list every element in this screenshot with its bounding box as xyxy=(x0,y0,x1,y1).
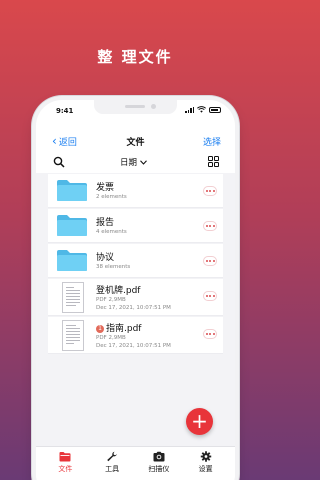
status-icons xyxy=(185,106,221,113)
more-options-icon[interactable] xyxy=(203,329,217,339)
folder-count: 4 elements xyxy=(96,229,127,235)
status-bar: 9:41 xyxy=(36,100,235,122)
wifi-icon xyxy=(197,106,206,113)
notification-badge: 1 xyxy=(96,325,104,333)
tab-label: 设置 xyxy=(198,465,213,473)
grid-view-icon[interactable] xyxy=(208,156,219,167)
phone-frame: 9:41 ‹ 返回 文件 选择 日期 发票 2 elements 报告 4 el… xyxy=(36,100,235,480)
sort-label: 日期 xyxy=(120,158,138,168)
camera-icon xyxy=(153,451,165,462)
more-options-icon[interactable] xyxy=(203,221,217,231)
folder-icon xyxy=(57,215,87,236)
more-options-icon[interactable] xyxy=(203,291,217,301)
document-thumbnail-icon xyxy=(62,320,84,351)
tab-settings[interactable]: 设置 xyxy=(185,447,227,480)
more-options-icon[interactable] xyxy=(203,186,217,196)
folder-icon xyxy=(57,180,87,201)
search-icon[interactable] xyxy=(53,156,65,168)
list-toolbar: 日期 xyxy=(36,153,235,171)
folder-name: 协议 xyxy=(96,253,115,263)
folder-icon xyxy=(57,250,87,271)
status-time: 9:41 xyxy=(56,107,74,115)
tab-label: 扫描仪 xyxy=(148,465,170,473)
folder-name: 发票 xyxy=(96,183,115,193)
file-name: 指南.pdf xyxy=(106,324,142,334)
folder-row[interactable]: 协议 38 elements xyxy=(48,244,223,278)
tab-bar: 文件 工具 扫描仪 设置 xyxy=(36,446,235,480)
file-row[interactable]: 登机牌.pdf PDF 2,9MB Dec 17, 2021, 10:07:51… xyxy=(48,279,223,316)
sort-dropdown[interactable]: 日期 xyxy=(120,156,147,168)
tab-files[interactable]: 文件 xyxy=(44,447,86,480)
file-row[interactable]: 1 指南.pdf PDF 2,9MB Dec 17, 2021, 10:07:51… xyxy=(48,317,223,354)
tab-label: 文件 xyxy=(58,465,73,473)
folder-row[interactable]: 发票 2 elements xyxy=(48,174,223,208)
folder-count: 38 elements xyxy=(96,264,131,270)
file-size: PDF 2,9MB xyxy=(96,335,126,341)
gear-icon xyxy=(200,451,211,462)
folder-name: 报告 xyxy=(96,218,115,228)
tab-tools[interactable]: 工具 xyxy=(91,447,133,480)
chevron-down-icon xyxy=(140,159,147,165)
folder-count: 2 elements xyxy=(96,194,127,200)
tab-scanner[interactable]: 扫描仪 xyxy=(138,447,180,480)
folder-row[interactable]: 报告 4 elements xyxy=(48,209,223,243)
promo-headline: 整 理文件 xyxy=(97,48,173,66)
file-date: Dec 17, 2021, 10:07:51 PM xyxy=(96,343,171,349)
more-options-icon[interactable] xyxy=(203,256,217,266)
nav-bar: ‹ 返回 文件 选择 xyxy=(36,133,235,149)
wrench-icon xyxy=(107,451,118,462)
add-button[interactable]: + xyxy=(186,408,213,435)
file-name: 登机牌.pdf xyxy=(96,286,141,296)
file-name-line: 1 指南.pdf xyxy=(96,321,141,334)
battery-icon xyxy=(209,106,221,113)
document-thumbnail-icon xyxy=(62,282,84,313)
select-button[interactable]: 选择 xyxy=(203,135,221,148)
signal-icon xyxy=(185,106,194,113)
folder-icon xyxy=(59,452,71,462)
tab-label: 工具 xyxy=(105,465,120,473)
file-size: PDF 2,9MB xyxy=(96,297,126,303)
file-date: Dec 17, 2021, 10:07:51 PM xyxy=(96,305,171,311)
